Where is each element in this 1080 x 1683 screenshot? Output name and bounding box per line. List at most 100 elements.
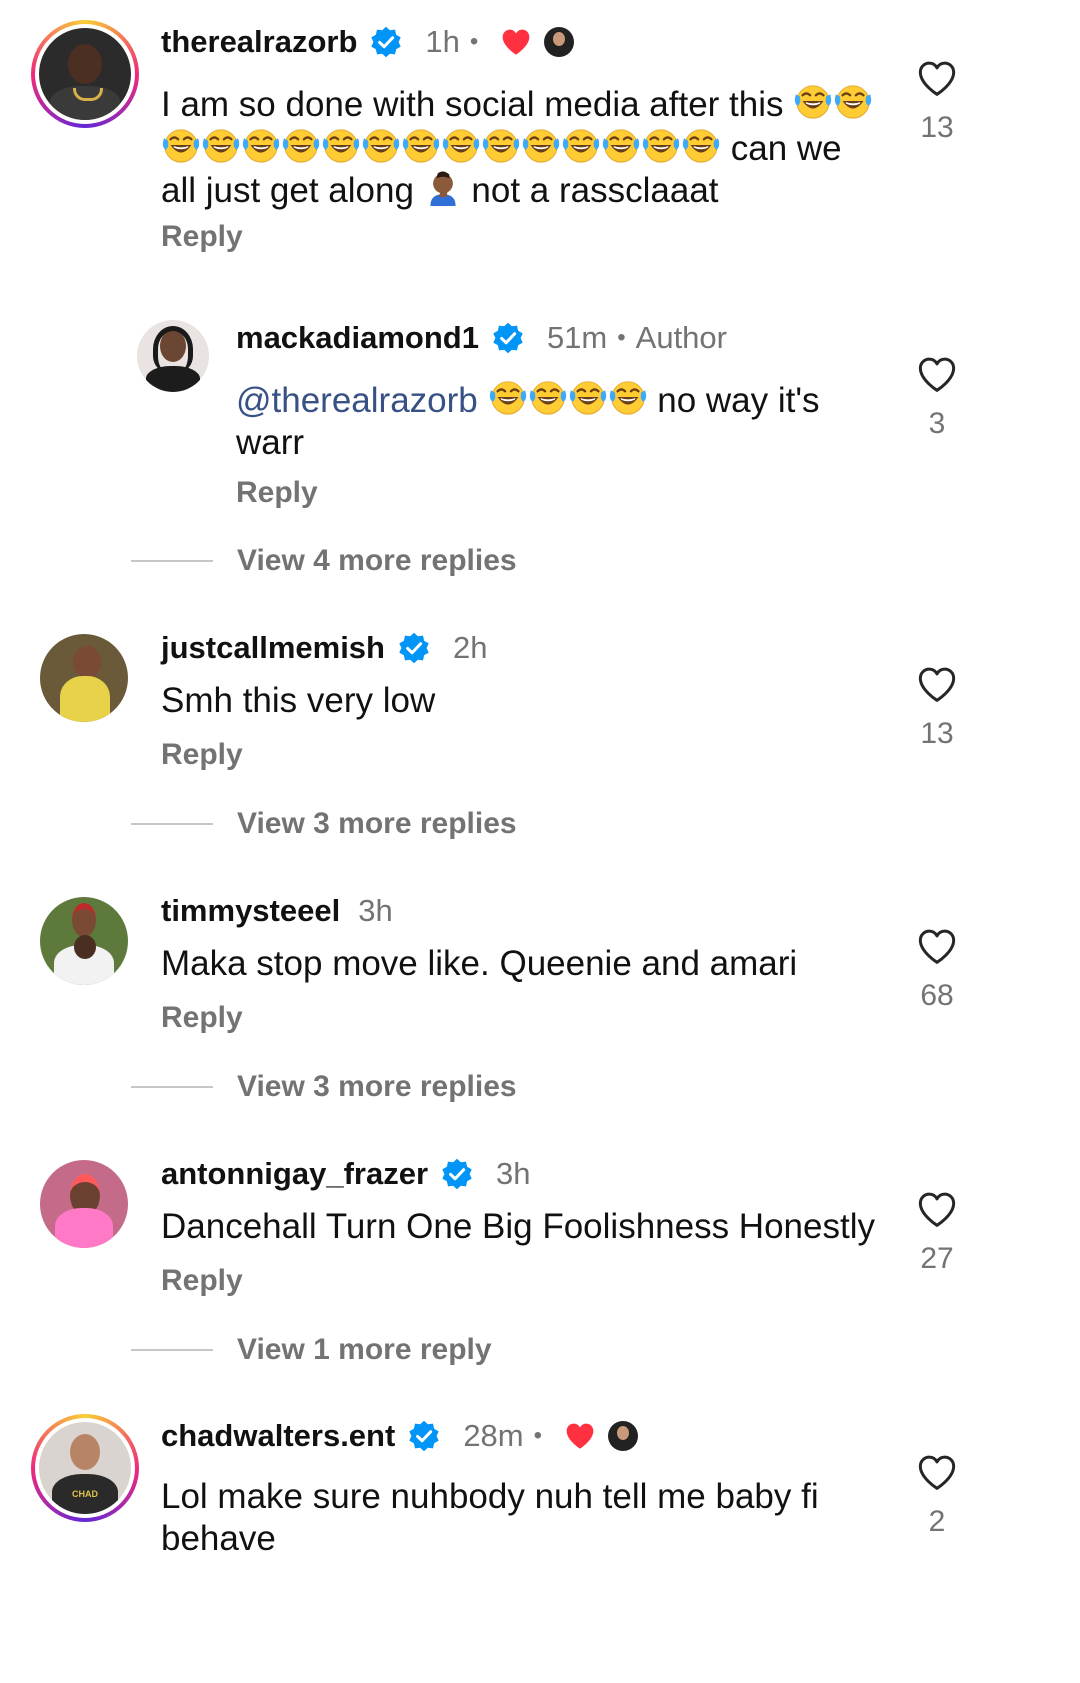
mention-link[interactable]: @therealrazorb [236, 381, 478, 420]
username[interactable]: mackadiamond1 [236, 320, 479, 356]
comment-header: therealrazorb 1h • [161, 22, 575, 62]
like-button[interactable]: 27 [897, 1191, 977, 1276]
comment-text: Maka stop move like. Queenie and amari [161, 944, 798, 983]
username[interactable]: timmysteeel [161, 893, 340, 929]
verified-badge-icon [407, 1419, 441, 1453]
emoji-row [161, 129, 731, 168]
view-more-label: View 3 more replies [237, 1070, 517, 1103]
heart-outline-icon [917, 928, 957, 965]
separator-dot: • [617, 324, 626, 351]
timestamp: 1h [425, 24, 460, 59]
laughing-emoji-icon [282, 126, 320, 164]
comment-header: antonnigay_frazer 3h [161, 1154, 531, 1194]
author-badge: Author [635, 320, 727, 355]
laughing-emoji-icon [202, 126, 240, 164]
timestamp: 28m [463, 1418, 524, 1453]
avatar: CHAD [39, 1422, 131, 1514]
like-button[interactable]: 2 [897, 1454, 977, 1539]
view-more-replies[interactable]: View 3 more replies [131, 807, 517, 841]
laughing-emoji-icon [529, 378, 567, 416]
laughing-emoji-icon [242, 126, 280, 164]
avatar [39, 28, 131, 120]
username[interactable]: antonnigay_frazer [161, 1156, 428, 1192]
like-count: 13 [920, 717, 954, 750]
author-mini-avatar [608, 1421, 639, 1451]
verified-badge-icon [491, 321, 525, 355]
like-count: 13 [920, 111, 954, 144]
heart-outline-icon [917, 356, 957, 393]
facepalm-emoji-icon [425, 170, 461, 206]
heart-outline-icon [917, 1454, 957, 1491]
comment-header: timmysteeel 3h [161, 891, 393, 931]
comment-text: Smh this very low [161, 681, 436, 720]
timestamp: 51m [546, 320, 608, 355]
laughing-emoji-icon [602, 126, 640, 164]
view-more-replies[interactable]: View 1 more reply [131, 1333, 492, 1367]
laughing-emoji-icon [609, 378, 647, 416]
reply-button[interactable]: Reply [161, 738, 243, 772]
timestamp: 3h [358, 893, 393, 928]
view-more-label: View 3 more replies [237, 807, 517, 840]
comment-text: Dancehall Turn One Big Foolishness Hones… [161, 1207, 875, 1246]
like-button[interactable]: 13 [897, 666, 977, 751]
laughing-emoji-icon [322, 126, 360, 164]
like-button[interactable]: 68 [897, 928, 977, 1013]
comment-text: Lol make sure nuhbody nuh tell me baby f… [161, 1477, 819, 1558]
reply-header: mackadiamond1 51m • Author [236, 318, 727, 358]
laughing-emoji-icon [489, 378, 527, 416]
avatar[interactable] [40, 897, 128, 985]
red-heart-icon [500, 27, 532, 57]
verified-badge-icon [397, 631, 431, 665]
heart-outline-icon [917, 666, 957, 703]
username[interactable]: therealrazorb [161, 24, 357, 60]
thread-line [131, 1086, 213, 1088]
laughing-emoji-icon [162, 126, 200, 164]
laughing-emoji-icon [482, 126, 520, 164]
laughing-emoji-icon [834, 82, 872, 120]
view-more-replies[interactable]: View 4 more replies [131, 544, 517, 578]
reply-button[interactable]: Reply [161, 1264, 243, 1298]
red-heart-icon [564, 1421, 596, 1451]
separator-dot: • [469, 28, 479, 55]
like-count: 27 [920, 1242, 954, 1275]
timestamp: 2h [452, 630, 488, 665]
thread-line [131, 823, 213, 825]
like-button[interactable]: 3 [897, 356, 977, 441]
timestamp: 3h [496, 1156, 531, 1191]
reply-button[interactable]: Reply [161, 1001, 243, 1035]
like-count: 3 [928, 407, 946, 440]
story-ring[interactable] [31, 20, 139, 128]
view-more-replies[interactable]: View 3 more replies [131, 1070, 517, 1104]
comment-text: I am so done with social media after thi… [161, 82, 881, 212]
avatar[interactable] [40, 1160, 128, 1248]
thread-line [131, 560, 213, 562]
laughing-emoji-icon [682, 126, 720, 164]
view-more-label: View 4 more replies [237, 544, 517, 577]
laughing-emoji-icon [362, 126, 400, 164]
laughing-emoji-icon [522, 126, 560, 164]
username[interactable]: justcallmemish [161, 630, 385, 666]
verified-badge-icon [369, 25, 403, 59]
laughing-emoji-icon [442, 126, 480, 164]
reply-text: @therealrazorb no way it's warr [236, 378, 856, 464]
laughing-emoji-icon [569, 378, 607, 416]
like-button[interactable]: 13 [897, 60, 977, 145]
like-count: 2 [928, 1505, 946, 1538]
avatar[interactable] [40, 634, 128, 722]
laughing-emoji-icon [642, 126, 680, 164]
heart-outline-icon [917, 1191, 957, 1228]
verified-badge-icon [440, 1157, 474, 1191]
avatar[interactable] [137, 320, 209, 392]
comment-header: justcallmemish 2h [161, 628, 487, 668]
comment-header: chadwalters.ent 28m • [161, 1416, 639, 1456]
story-ring[interactable]: CHAD [31, 1414, 139, 1522]
author-mini-avatar [544, 27, 575, 57]
reply-button[interactable]: Reply [161, 220, 243, 254]
avatar-shirt-text: CHAD [72, 1489, 98, 1499]
like-count: 68 [920, 979, 954, 1012]
separator-dot: • [533, 1422, 543, 1449]
reply-button[interactable]: Reply [236, 476, 318, 510]
laughing-emoji-icon [794, 82, 832, 120]
comment-text-part: I am so done with social media after thi… [161, 85, 784, 124]
username[interactable]: chadwalters.ent [161, 1418, 395, 1454]
